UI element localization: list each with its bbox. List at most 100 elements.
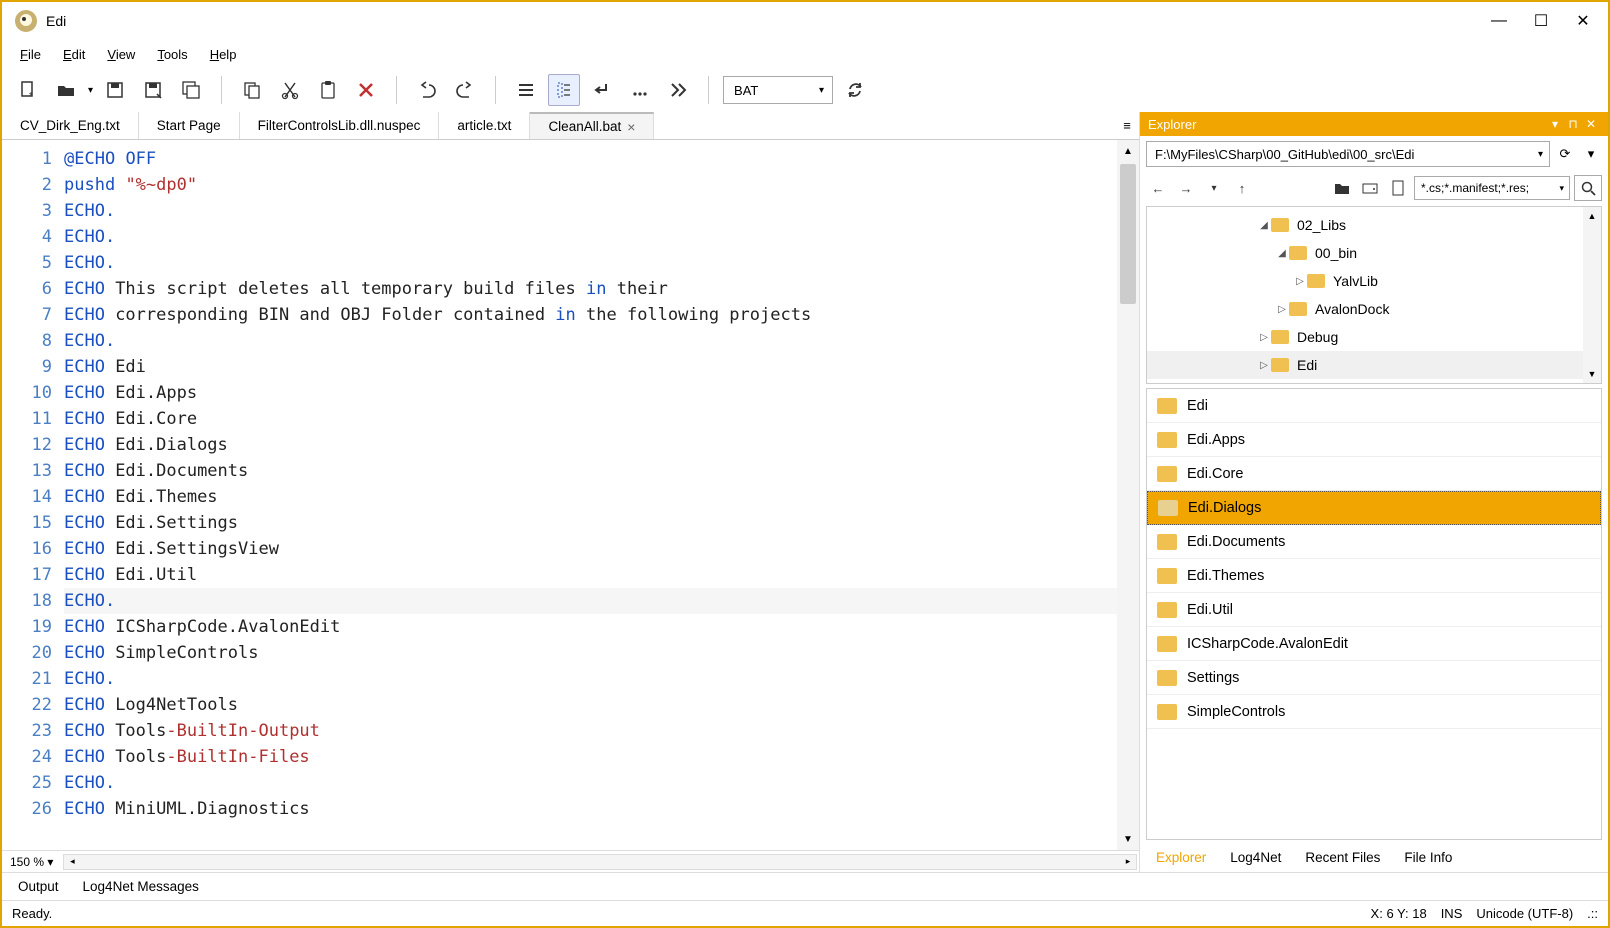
editor-tab[interactable]: Start Page	[139, 112, 240, 139]
path-dropdown-icon[interactable]: ▾	[1580, 143, 1602, 165]
open-dropdown-icon[interactable]: ▾	[88, 85, 93, 96]
bottom-tab[interactable]: Log4Net Messages	[73, 875, 209, 898]
bottom-tab[interactable]: Output	[8, 875, 69, 898]
ellipsis-icon[interactable]	[624, 74, 656, 106]
language-combo[interactable]: BAT	[723, 76, 833, 104]
folder-tree[interactable]: ◢02_Libs◢00_bin▷YalvLib▷AvalonDock▷Debug…	[1147, 207, 1583, 383]
scroll-thumb[interactable]	[1120, 164, 1136, 304]
scroll-up-icon[interactable]: ▲	[1117, 140, 1139, 162]
up-icon[interactable]: ↑	[1230, 176, 1254, 200]
path-input[interactable]: F:\MyFiles\CSharp\00_GitHub\edi\00_src\E…	[1146, 141, 1550, 167]
editor-tab[interactable]: article.txt	[439, 112, 530, 139]
editor-area[interactable]: 1234567891011121314151617181920212223242…	[2, 140, 1139, 850]
delete-icon[interactable]	[350, 74, 382, 106]
list-item-label: Edi.Util	[1187, 602, 1233, 618]
tab-overflow-icon[interactable]: ≡	[1115, 112, 1139, 139]
code-content[interactable]: @ECHO OFFpushd "%~dp0"ECHO.ECHO.ECHO.ECH…	[64, 140, 1117, 850]
editor-tab[interactable]: CleanAll.bat×	[530, 112, 654, 139]
scroll-left-icon[interactable]: ◂	[64, 855, 80, 869]
menu-file[interactable]: File	[10, 43, 51, 66]
history-dropdown-icon[interactable]: ▾	[1202, 176, 1226, 200]
menu-view[interactable]: View	[97, 43, 145, 66]
save-all-icon[interactable]	[175, 74, 207, 106]
list-item[interactable]: Edi.Core	[1147, 457, 1601, 491]
list-item[interactable]: Edi	[1147, 389, 1601, 423]
back-icon[interactable]: ←	[1146, 176, 1170, 200]
chevron-right-icon[interactable]: ▷	[1275, 304, 1289, 315]
return-icon[interactable]	[586, 74, 618, 106]
list-item[interactable]: ICSharpCode.AvalonEdit	[1147, 627, 1601, 661]
tree-node[interactable]: ▷ Edi	[1147, 351, 1583, 379]
save-as-icon[interactable]	[137, 74, 169, 106]
editor-tab[interactable]: FilterControlsLib.dll.nuspec	[240, 112, 440, 139]
menu-tools[interactable]: Tools	[147, 43, 197, 66]
tree-scroll-up-icon[interactable]: ▲	[1583, 207, 1601, 225]
open-folder-icon[interactable]	[50, 74, 82, 106]
side-tab[interactable]: File Info	[1394, 846, 1462, 869]
copy-icon[interactable]	[236, 74, 268, 106]
refresh-syntax-icon[interactable]	[839, 74, 871, 106]
side-tab[interactable]: Recent Files	[1295, 846, 1390, 869]
tree-node[interactable]: ◢02_Libs	[1147, 211, 1583, 239]
menu-edit[interactable]: Edit	[53, 43, 95, 66]
list-item[interactable]: Edi.Themes	[1147, 559, 1601, 593]
tree-scrollbar[interactable]: ▲ ▼	[1583, 207, 1601, 383]
chevron-down-icon[interactable]: ◢	[1275, 248, 1289, 259]
list-item[interactable]: Edi.Documents	[1147, 525, 1601, 559]
skip-icon[interactable]	[662, 74, 694, 106]
side-tab[interactable]: Log4Net	[1220, 846, 1291, 869]
list-item[interactable]: Edi.Util	[1147, 593, 1601, 627]
list-item[interactable]: Edi.Dialogs	[1147, 491, 1601, 525]
side-tab[interactable]: Explorer	[1146, 846, 1216, 869]
vertical-scrollbar[interactable]: ▲ ▼	[1117, 140, 1139, 850]
lines-icon[interactable]	[510, 74, 542, 106]
panel-close-icon[interactable]: ✕	[1582, 115, 1600, 133]
chevron-down-icon[interactable]: ◢	[1257, 220, 1271, 231]
tree-node-label: AvalonDock	[1315, 301, 1389, 317]
tree-node-label: Edi	[1297, 357, 1317, 373]
folder-icon	[1158, 500, 1178, 516]
refresh-icon[interactable]: ⟳	[1554, 143, 1576, 165]
resize-grip-icon[interactable]: .::	[1587, 906, 1598, 921]
filter-input[interactable]: *.cs;*.manifest;*.res;	[1414, 176, 1570, 200]
outline-icon[interactable]	[548, 74, 580, 106]
list-item[interactable]: Edi.Apps	[1147, 423, 1601, 457]
chevron-right-icon[interactable]: ▷	[1257, 360, 1271, 371]
minimize-button[interactable]: —	[1478, 6, 1520, 36]
nav-drive-icon[interactable]	[1358, 176, 1382, 200]
list-item[interactable]: Settings	[1147, 661, 1601, 695]
editor-tab[interactable]: CV_Dirk_Eng.txt	[2, 112, 139, 139]
paste-icon[interactable]	[312, 74, 344, 106]
pin-icon[interactable]: ⊓	[1564, 115, 1582, 133]
new-file-icon[interactable]: *	[12, 74, 44, 106]
close-icon[interactable]: ×	[627, 119, 635, 135]
scroll-right-icon[interactable]: ▸	[1120, 855, 1136, 869]
maximize-button[interactable]: ☐	[1520, 6, 1562, 36]
menu-help[interactable]: Help	[200, 43, 247, 66]
folder-icon	[1307, 274, 1325, 288]
tree-node[interactable]: ▷YalvLib	[1147, 267, 1583, 295]
save-icon[interactable]	[99, 74, 131, 106]
chevron-right-icon[interactable]: ▷	[1257, 332, 1271, 343]
tree-node-label: 00_bin	[1315, 245, 1357, 261]
tree-scroll-down-icon[interactable]: ▼	[1583, 365, 1601, 383]
folder-icon	[1157, 534, 1177, 550]
scroll-down-icon[interactable]: ▼	[1117, 828, 1139, 850]
redo-icon[interactable]	[449, 74, 481, 106]
panel-menu-icon[interactable]: ▾	[1546, 115, 1564, 133]
undo-icon[interactable]	[411, 74, 443, 106]
forward-icon[interactable]: →	[1174, 176, 1198, 200]
cut-icon[interactable]	[274, 74, 306, 106]
tree-node[interactable]: ◢ 00_bin	[1147, 239, 1583, 267]
tree-node[interactable]: ▷Debug	[1147, 323, 1583, 351]
tree-node[interactable]: ▷ AvalonDock	[1147, 295, 1583, 323]
chevron-right-icon[interactable]: ▷	[1293, 276, 1307, 287]
zoom-level[interactable]: 150 % ▾	[2, 855, 61, 869]
search-button[interactable]	[1574, 175, 1602, 201]
folder-list[interactable]: EdiEdi.AppsEdi.CoreEdi.DialogsEdi.Docume…	[1146, 388, 1602, 840]
close-button[interactable]: ✕	[1562, 6, 1604, 36]
horizontal-scrollbar[interactable]: ◂ ▸	[63, 854, 1137, 870]
nav-file-icon[interactable]	[1386, 176, 1410, 200]
list-item[interactable]: SimpleControls	[1147, 695, 1601, 729]
nav-folder-icon[interactable]	[1330, 176, 1354, 200]
